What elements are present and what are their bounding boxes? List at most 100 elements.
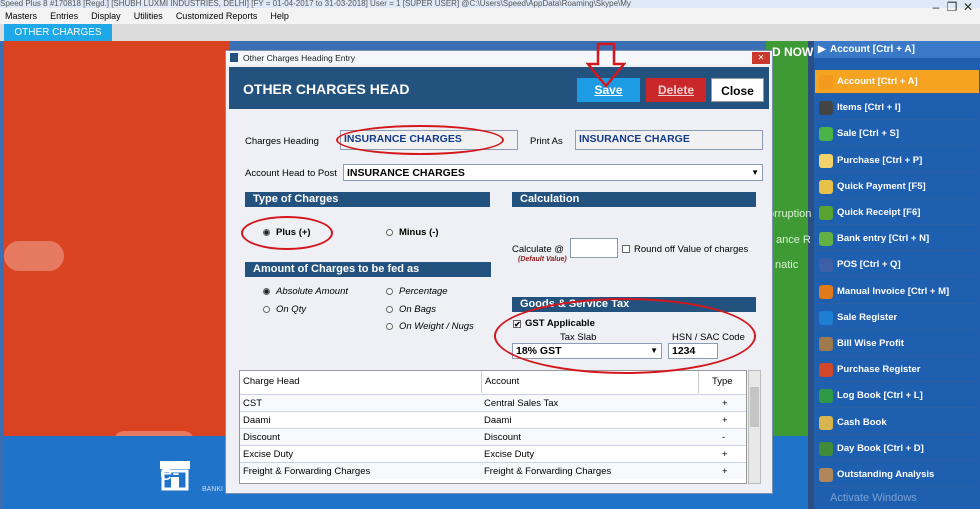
print-as-label: Print As <box>530 136 563 147</box>
purchase-register-icon <box>819 363 833 377</box>
menu-entries[interactable]: Entries <box>45 8 83 24</box>
sidebar-item-log-book[interactable]: Log Book [Ctrl + L] <box>815 384 979 408</box>
radio-on-weight[interactable]: On Weight / Nugs <box>386 321 474 332</box>
radio-on-bags-label: On Bags <box>399 304 436 315</box>
cloud-shape <box>4 241 64 271</box>
sidebar-item-pos[interactable]: POS [Ctrl + Q] <box>815 253 979 277</box>
scrollbar-thumb[interactable] <box>750 387 759 427</box>
quick-receipt-icon <box>819 206 833 220</box>
calculate-label: Calculate @ <box>512 244 564 255</box>
purchase-icon <box>819 154 833 168</box>
sidebar-item-label: Day Book [Ctrl + D] <box>837 443 924 454</box>
menu-masters[interactable]: Masters <box>0 8 42 24</box>
sidebar-item-label: Purchase [Ctrl + P] <box>837 155 923 166</box>
column-header-account[interactable]: Account <box>482 371 699 393</box>
cell-account: Excise Duty <box>484 449 535 460</box>
ebanking-logo-subtext: BANKI <box>202 486 224 493</box>
sidebar-item-quick-receipt[interactable]: Quick Receipt [F6] <box>815 201 979 225</box>
table-row[interactable]: Freight & Forwarding Charges Freight & Fo… <box>240 462 746 479</box>
arrow-down-icon <box>585 42 627 88</box>
annotation-ellipse <box>336 125 504 155</box>
default-value-hint: (Default Value) <box>518 256 567 263</box>
sidebar-item-label: Quick Receipt [F6] <box>837 207 921 218</box>
close-window-icon[interactable]: ✕ <box>960 0 976 14</box>
sidebar-item-purchase[interactable]: Purchase [Ctrl + P] <box>815 149 979 173</box>
cell-type: + <box>722 449 728 460</box>
sidebar-item-sale-register[interactable]: Sale Register <box>815 306 979 330</box>
sidebar-item-purchase-register[interactable]: Purchase Register <box>815 358 979 382</box>
dialog-window-title: Other Charges Heading Entry <box>243 53 355 63</box>
delete-button[interactable]: Delete <box>646 78 706 102</box>
round-off-checkbox[interactable]: Round off Value of charges <box>622 244 748 255</box>
menu-customized-reports[interactable]: Customized Reports <box>171 8 263 24</box>
sidebar-item-quick-payment[interactable]: Quick Payment [F5] <box>815 175 979 199</box>
menu-utilities[interactable]: Utilities <box>129 8 168 24</box>
table-row[interactable]: CST Central Sales Tax + <box>240 394 746 411</box>
sidebar-item-label: Items [Ctrl + I] <box>837 102 901 113</box>
menu-display[interactable]: Display <box>86 8 126 24</box>
radio-on-weight-label: On Weight / Nugs <box>399 321 474 332</box>
charges-heading-label: Charges Heading <box>245 136 319 147</box>
sidebar-header[interactable]: ▶ Account [Ctrl + A] <box>814 41 980 58</box>
account-head-select[interactable]: INSURANCE CHARGES ▼ <box>343 164 763 181</box>
sidebar-item-bill-wise-profit[interactable]: Bill Wise Profit <box>815 332 979 356</box>
radio-percentage-label: Percentage <box>399 286 448 297</box>
radio-icon <box>386 306 393 313</box>
column-header-charge-head[interactable]: Charge Head <box>240 371 482 393</box>
cell-charge-head: Discount <box>243 432 280 443</box>
table-row[interactable]: Discount Discount - <box>240 428 746 445</box>
sidebar-item-manual-invoice[interactable]: Manual Invoice [Ctrl + M] <box>815 280 979 304</box>
tab-other-charges[interactable]: OTHER CHARGES <box>4 24 112 41</box>
banner-text-line: ance R <box>776 234 811 246</box>
sale-register-icon <box>819 311 833 325</box>
close-button[interactable]: Close <box>711 78 764 102</box>
table-row[interactable]: Excise Duty Excise Duty + <box>240 445 746 462</box>
amount-section: Amount of Charges to be fed as <box>245 262 491 277</box>
minimize-icon[interactable]: – <box>928 0 944 14</box>
type-of-charges-section: Type of Charges <box>245 192 490 207</box>
calculate-input[interactable] <box>570 238 618 258</box>
radio-icon <box>263 306 270 313</box>
dialog-title-bar: Other Charges Heading Entry <box>226 51 772 65</box>
radio-on-bags[interactable]: On Bags <box>386 304 436 315</box>
menu-help[interactable]: Help <box>265 8 294 24</box>
cell-type: + <box>722 466 728 477</box>
print-as-input[interactable]: INSURANCE CHARGE <box>575 130 763 150</box>
maximize-icon[interactable]: ❐ <box>944 0 960 14</box>
menu-bar: Masters Entries Display Utilities Custom… <box>0 8 980 25</box>
sidebar-item-label: Cash Book <box>837 417 887 428</box>
sidebar-item-day-book[interactable]: Day Book [Ctrl + D] <box>815 437 979 461</box>
radio-absolute-amount[interactable]: Absolute Amount <box>263 286 348 297</box>
background-banner-red <box>4 41 229 451</box>
sidebar-item-label: Account [Ctrl + A] <box>837 76 918 87</box>
chevron-down-icon: ▼ <box>751 168 759 177</box>
radio-minus[interactable]: Minus (-) <box>386 227 439 238</box>
table-row[interactable]: Daami Daami + <box>240 411 746 428</box>
radio-on-qty[interactable]: On Qty <box>263 304 306 315</box>
cell-type: + <box>722 398 728 409</box>
table-scrollbar[interactable] <box>748 370 761 484</box>
annotation-ellipse <box>241 216 333 250</box>
sidebar-item-label: Sale [Ctrl + S] <box>837 128 900 139</box>
banner-text-line: natic <box>775 259 799 271</box>
account-icon <box>819 75 833 89</box>
cell-account: Discount <box>484 432 521 443</box>
radio-percentage[interactable]: Percentage <box>386 286 448 297</box>
column-header-type[interactable]: Type <box>699 371 746 393</box>
account-head-label: Account Head to Post <box>245 168 337 179</box>
radio-icon <box>386 229 393 236</box>
dialog-heading: OTHER CHARGES HEAD <box>243 81 410 97</box>
dialog-close-icon[interactable]: ✕ <box>752 52 770 64</box>
sidebar-item-account[interactable]: Account [Ctrl + A] <box>815 70 979 94</box>
cell-type: + <box>722 415 728 426</box>
manual-invoice-icon <box>819 285 833 299</box>
sidebar-item-sale[interactable]: Sale [Ctrl + S] <box>815 122 979 146</box>
sidebar-item-cash-book[interactable]: Cash Book <box>815 411 979 435</box>
sidebar-item-bank-entry[interactable]: Bank entry [Ctrl + N] <box>815 227 979 251</box>
sidebar-item-label: POS [Ctrl + Q] <box>837 259 901 270</box>
account-head-value: INSURANCE CHARGES <box>347 167 465 179</box>
sidebar-item-outstanding-analysis[interactable]: Outstanding Analysis <box>815 463 979 487</box>
cell-account: Daami <box>484 415 512 426</box>
sidebar-item-items[interactable]: Items [Ctrl + I] <box>815 96 979 120</box>
items-icon <box>819 101 833 115</box>
